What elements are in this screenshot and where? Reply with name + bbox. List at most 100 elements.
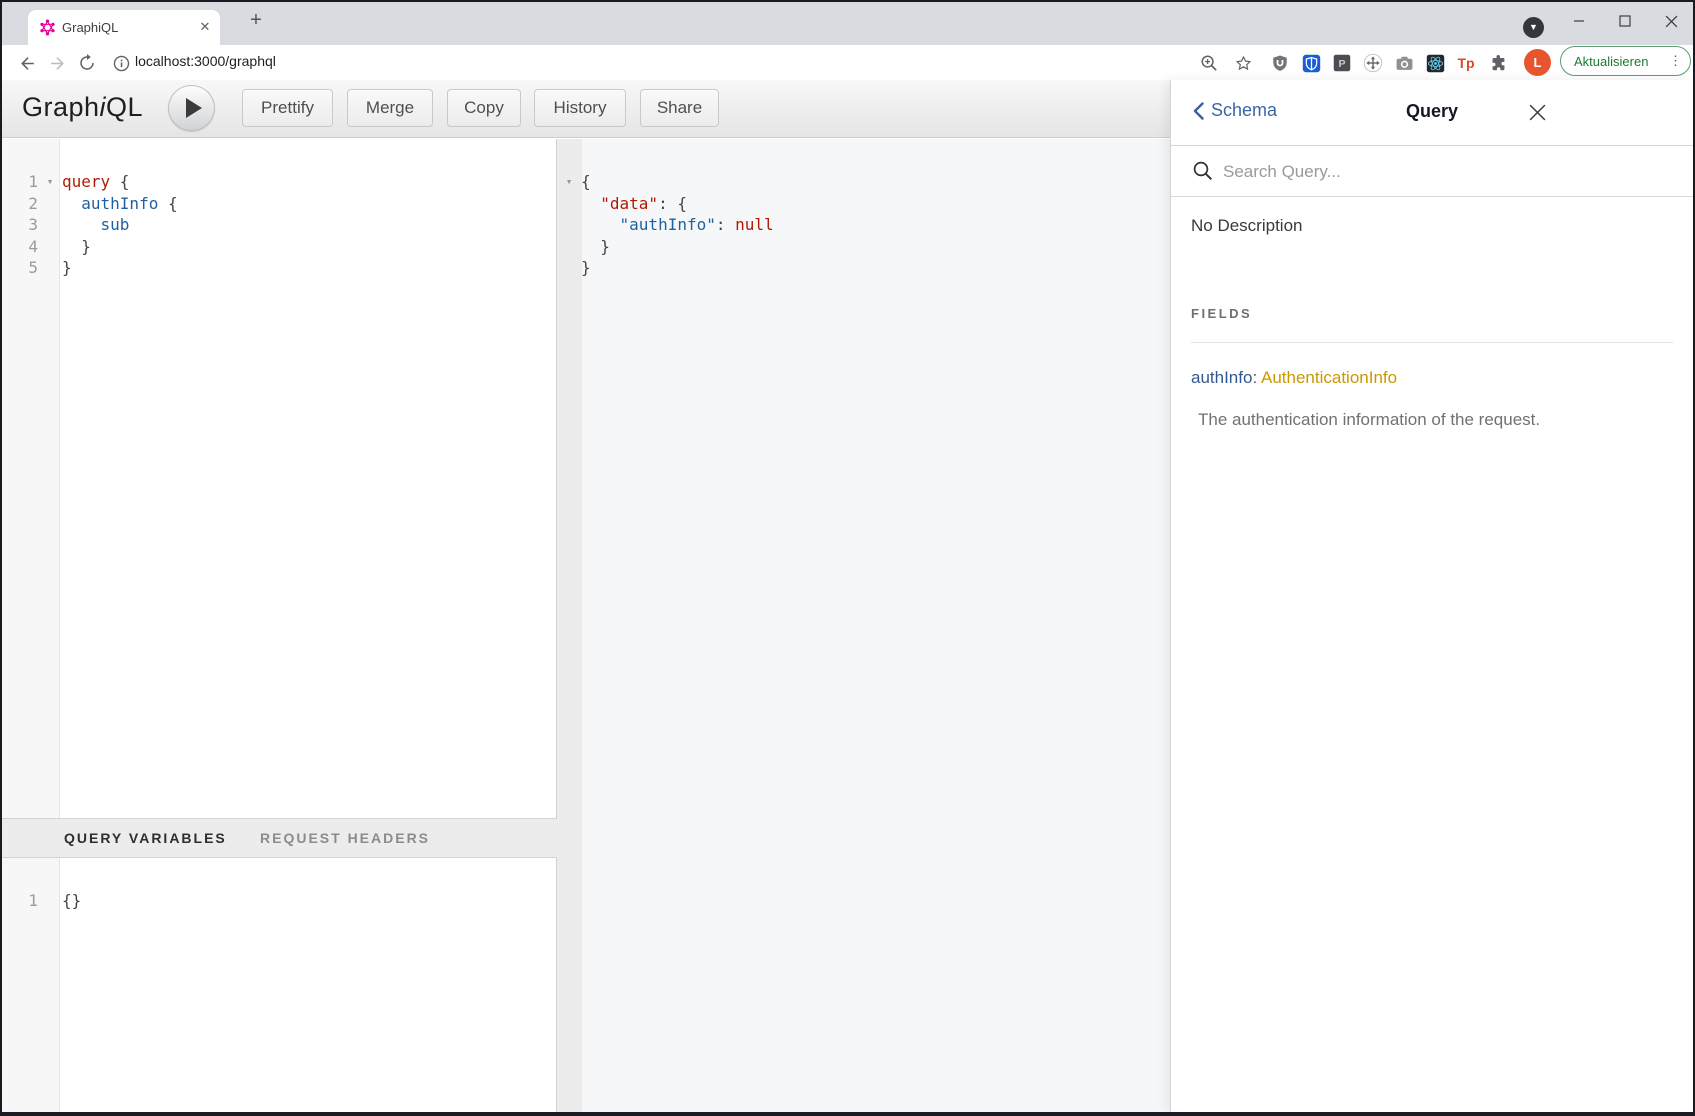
code-line: 1▾query {: [2, 171, 178, 193]
tab-query-variables[interactable]: QUERY VARIABLES: [64, 819, 227, 857]
p-square-extension-button[interactable]: P: [1330, 51, 1354, 75]
share-button[interactable]: Share: [640, 89, 719, 127]
bitwarden-shield-icon: [1302, 54, 1321, 73]
react-devtools-button[interactable]: [1423, 51, 1447, 75]
code-line: 1{}: [2, 890, 81, 912]
info-icon: [113, 55, 130, 72]
fold-spacer: [38, 257, 62, 279]
query-editor-pane[interactable]: 1▾query {2 authInfo {3 sub4 }5}: [2, 139, 557, 818]
doc-fields-divider: [1191, 342, 1673, 343]
doc-type-description: No Description: [1191, 216, 1303, 236]
doc-search-input[interactable]: [1221, 156, 1645, 188]
line-number: 2: [2, 193, 38, 215]
results-fold-gutter: [557, 139, 582, 1112]
code-line: 4 }: [2, 236, 178, 258]
tampermonkey-tp-icon: Tp: [1457, 55, 1474, 71]
code-line: 5}: [2, 257, 178, 279]
minimize-button[interactable]: [1562, 6, 1596, 36]
execute-query-button[interactable]: [168, 85, 215, 131]
variables-editor-code[interactable]: 1{}: [2, 890, 81, 912]
zoom-in-icon: [1200, 54, 1219, 73]
tab-close-icon[interactable]: ✕: [196, 18, 214, 36]
fold-arrow-icon[interactable]: ▾: [557, 171, 581, 193]
results-pane: ▾{ "data": { "authInfo": null }}: [557, 139, 1170, 1112]
copy-button[interactable]: Copy: [447, 89, 521, 127]
doc-fields-heading: FIELDS: [1191, 306, 1252, 321]
window-border-left: [0, 0, 2, 1116]
extensions-menu-button[interactable]: [1486, 51, 1510, 75]
fold-spacer: [38, 236, 62, 258]
window-border-top: [0, 0, 1695, 2]
browser-window: GraphiQL ✕ + ▼: [0, 0, 1695, 1116]
doc-field-description: The authentication information of the re…: [1198, 410, 1540, 430]
query-variables-editor[interactable]: 1{}: [2, 858, 557, 1112]
merge-button[interactable]: Merge: [347, 89, 433, 127]
query-editor-code[interactable]: 1▾query {2 authInfo {3 sub4 }5}: [2, 171, 178, 279]
fold-spacer: [557, 214, 581, 236]
maximize-icon: [1619, 15, 1631, 27]
fold-spacer: [557, 236, 581, 258]
reload-button[interactable]: [74, 50, 100, 76]
code-line: "data": {: [557, 193, 774, 215]
move-extension-button[interactable]: [1361, 51, 1385, 75]
secondary-editor-tabbar: QUERY VARIABLES REQUEST HEADERS: [2, 818, 557, 858]
line-number: 3: [2, 214, 38, 236]
close-icon: [1665, 15, 1678, 28]
tampermonkey-extension-button[interactable]: Tp: [1454, 51, 1478, 75]
browser-navbar: localhost:3000/graphql: [2, 45, 1693, 80]
address-bar[interactable]: localhost:3000/graphql: [135, 53, 276, 69]
puzzle-extensions-icon: [1489, 54, 1508, 73]
forward-button[interactable]: [44, 50, 70, 76]
minimize-icon: [1573, 15, 1585, 27]
doc-field-authinfo: authInfo: AuthenticationInfo: [1191, 368, 1397, 388]
react-devtools-icon: [1426, 54, 1445, 73]
line-number: 4: [2, 236, 38, 258]
svg-text:P: P: [1338, 58, 1345, 70]
bitwarden-extension-button[interactable]: [1299, 51, 1323, 75]
doc-search-row: [1171, 146, 1693, 197]
tab-request-headers[interactable]: REQUEST HEADERS: [260, 819, 430, 857]
fold-spacer: [557, 257, 581, 279]
fold-spacer: [557, 193, 581, 215]
code-line: }: [557, 236, 774, 258]
play-icon: [186, 98, 202, 118]
new-tab-button[interactable]: +: [244, 8, 268, 32]
screenshot-extension-button[interactable]: [1392, 51, 1416, 75]
line-number: 1: [2, 890, 38, 912]
doc-field-type-link[interactable]: AuthenticationInfo: [1261, 368, 1397, 387]
browser-titlebar: GraphiQL ✕ + ▼: [2, 2, 1693, 45]
graphiql-toolbar: GraphiQL Prettify Merge Copy History Sha…: [2, 80, 1170, 138]
ublock-shield-icon: [1271, 54, 1289, 72]
prettify-button[interactable]: Prettify: [242, 89, 333, 127]
download-indicator-icon[interactable]: ▼: [1523, 17, 1544, 38]
zoom-page-button[interactable]: [1196, 50, 1222, 76]
bookmark-button[interactable]: [1230, 50, 1256, 76]
maximize-button[interactable]: [1608, 6, 1642, 36]
fold-arrow-icon[interactable]: ▾: [38, 171, 62, 193]
line-number: 1: [2, 171, 38, 193]
fold-spacer: [38, 890, 62, 912]
doc-title: Query: [1171, 101, 1693, 122]
doc-close-button[interactable]: [1523, 98, 1551, 126]
browser-tab-graphiql[interactable]: GraphiQL ✕: [28, 10, 220, 45]
search-icon: [1192, 160, 1214, 182]
results-code: ▾{ "data": { "authInfo": null }}: [557, 171, 774, 279]
close-window-button[interactable]: [1654, 6, 1688, 36]
more-options-dots-icon[interactable]: ⋮: [1669, 53, 1682, 69]
code-line: "authInfo": null: [557, 214, 774, 236]
reload-icon: [78, 54, 96, 72]
history-button[interactable]: History: [534, 89, 626, 127]
tab-title: GraphiQL: [62, 20, 118, 35]
fold-spacer: [38, 193, 62, 215]
doc-explorer-header: Schema Query: [1171, 80, 1693, 146]
ublock-extension-button[interactable]: [1268, 51, 1292, 75]
update-profile-button[interactable]: Aktualisieren ⋮: [1560, 46, 1691, 76]
doc-explorer-panel: Schema Query No Description FIELDS authI…: [1170, 80, 1693, 1112]
close-icon: [1528, 103, 1547, 122]
back-button[interactable]: [14, 50, 40, 76]
profile-avatar[interactable]: L: [1524, 49, 1551, 76]
doc-field-name-link[interactable]: authInfo: [1191, 368, 1252, 387]
graphiql-logo: GraphiQL: [22, 92, 143, 123]
site-info-button[interactable]: [108, 50, 134, 76]
back-arrow-icon: [18, 54, 37, 73]
